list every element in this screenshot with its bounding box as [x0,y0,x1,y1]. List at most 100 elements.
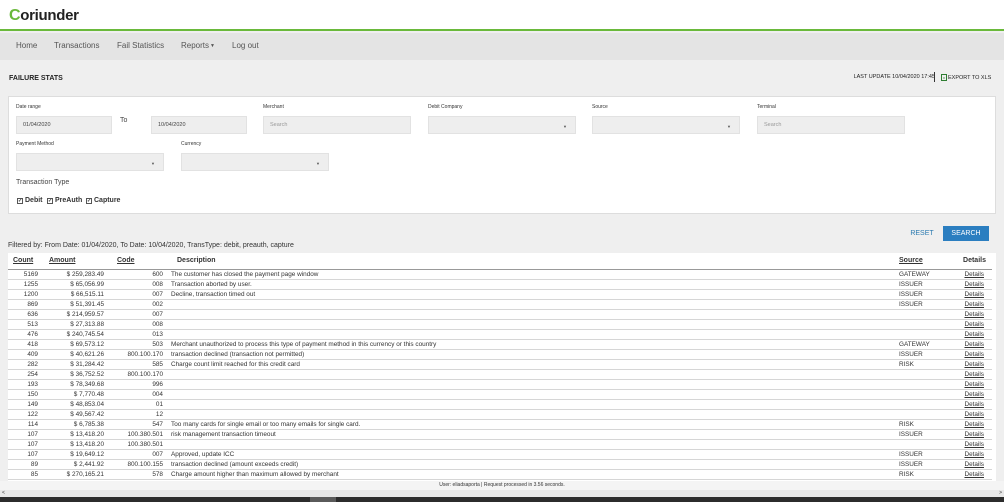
details-link[interactable]: Details [964,361,984,368]
logo[interactable]: Coriunder [9,7,79,25]
nav-logout[interactable]: Log out [232,41,259,50]
table-row: 409 $ 40,621.26 800.100.170 transaction dec… [8,349,992,360]
details-link[interactable]: Details [964,291,984,298]
logo-text: oriunder [20,7,79,24]
payment-method-select[interactable]: ▼ [16,153,164,171]
cell-code: 007 [111,449,170,460]
cell-source: ISSUER [899,299,958,310]
search-button[interactable]: SEARCH [943,226,989,241]
table-row: 636 $ 214,959.57 007 Details [8,309,992,320]
page-title: FAILURE STATS [9,75,63,82]
details-link[interactable]: Details [964,321,984,328]
cell-count: 114 [8,419,45,430]
cell-details: Details [958,459,992,470]
nav-transactions[interactable]: Transactions [54,41,100,50]
table-row: 114 $ 6,785.38 547 Too many cards for singl… [8,419,992,430]
last-update: LAST UPDATE 10/04/2020 17:45 [853,74,935,80]
cell-amount: $ 13,418.20 [45,439,111,450]
cell-code: 002 [111,299,170,310]
details-link[interactable]: Details [964,371,984,378]
details-link[interactable]: Details [964,471,984,478]
cell-details: Details [958,419,992,430]
cell-source: GATEWAY [899,339,958,350]
cell-count: 89 [8,459,45,470]
table-row: 476 $ 240,745.54 013 Details [8,329,992,340]
details-link[interactable]: Details [964,411,984,418]
details-link[interactable]: Details [964,271,984,278]
cell-source: RISK [899,469,958,480]
details-link[interactable]: Details [964,381,984,388]
cell-count: 107 [8,439,45,450]
col-count[interactable]: Count [8,253,45,270]
nav-home[interactable]: Home [16,41,37,50]
merchant-search-input[interactable] [263,116,411,134]
details-link[interactable]: Details [964,311,984,318]
details-link[interactable]: Details [964,421,984,428]
details-link[interactable]: Details [964,391,984,398]
date-from-input[interactable] [16,116,112,134]
details-link[interactable]: Details [964,401,984,408]
details-link[interactable]: Details [964,431,984,438]
table-row: 85 $ 270,165.21 578 Charge amount higher th… [8,469,992,480]
terminal-label: Terminal [757,104,776,110]
cell-count: 107 [8,429,45,440]
cell-description [170,399,899,410]
cell-amount: $ 31,284.42 [45,359,111,370]
cell-amount: $ 13,418.20 [45,429,111,440]
reset-button[interactable]: RESET [905,226,939,241]
date-to-input[interactable] [151,116,247,134]
chevron-down-icon: ▼ [316,161,320,166]
cell-code: 007 [111,309,170,320]
cell-details: Details [958,329,992,340]
checkbox-debit[interactable]: ✓ Debit [17,197,43,204]
scroll-right-icon[interactable]: > [999,490,1002,496]
details-link[interactable]: Details [964,331,984,338]
details-link[interactable]: Details [964,451,984,458]
col-amount[interactable]: Amount [45,253,111,270]
currency-select[interactable]: ▼ [181,153,329,171]
cell-code: 100.380.501 [111,439,170,450]
cell-description [170,439,899,450]
checkbox-preauth[interactable]: ✓ PreAuth [47,197,82,204]
details-link[interactable]: Details [964,441,984,448]
cell-source [899,389,958,400]
logo-mark: C [9,7,21,24]
cell-description: transaction declined (amount exceeds cre… [170,459,899,470]
cell-description [170,389,899,400]
table-header-row: Count Amount Code Description Source Det… [8,253,992,270]
cell-code: 013 [111,329,170,340]
details-link[interactable]: Details [964,461,984,468]
cell-amount: $ 6,785.38 [45,419,111,430]
cell-source [899,309,958,320]
scroll-left-icon[interactable]: < [2,490,5,496]
export-xls-button[interactable]: x EXPORT TO XLS [941,74,991,81]
nav-fail-statistics[interactable]: Fail Statistics [117,41,164,50]
details-link[interactable]: Details [964,301,984,308]
cell-code: 800.100.170 [111,349,170,360]
col-source[interactable]: Source [899,253,958,270]
checkbox-capture[interactable]: ✓ Capture [86,197,120,204]
col-source-label: Source [899,257,923,265]
horizontal-scrollbar[interactable]: < > [0,490,1004,497]
chevron-down-icon: ▼ [151,161,155,166]
cell-amount: $ 240,745.54 [45,329,111,340]
details-link[interactable]: Details [964,341,984,348]
nav-reports[interactable]: Reports▼ [181,41,215,50]
details-link[interactable]: Details [964,281,984,288]
cell-source: ISSUER [899,289,958,300]
debit-company-select[interactable]: ▼ [428,116,576,134]
table-row: 149 $ 48,853.04 01 Details [8,399,992,410]
check-icon: ✓ [17,197,23,204]
col-code[interactable]: Code [111,253,170,270]
scroll-thumb[interactable] [310,497,336,502]
top-bar: Coriunder [0,0,1004,31]
cell-amount: $ 65,056.99 [45,279,111,290]
cell-count: 254 [8,369,45,380]
cell-code: 008 [111,319,170,330]
cell-code: 800.100.170 [111,369,170,380]
terminal-search-input[interactable] [757,116,905,134]
cell-description [170,369,899,380]
details-link[interactable]: Details [964,351,984,358]
cell-description: The customer has closed the payment page… [170,269,899,280]
source-select[interactable]: ▼ [592,116,740,134]
